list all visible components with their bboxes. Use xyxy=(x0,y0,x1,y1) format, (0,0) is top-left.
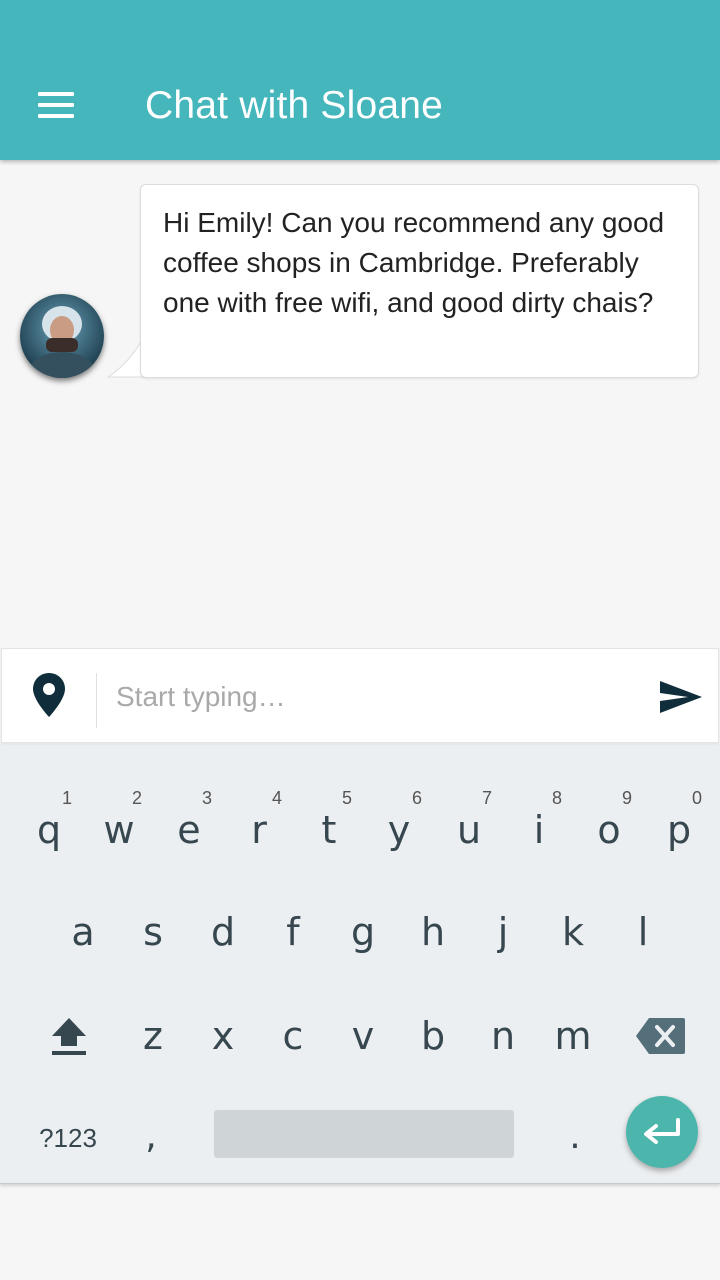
backspace-icon[interactable] xyxy=(626,986,696,1086)
key-p[interactable]: 0p xyxy=(644,744,714,852)
key-b[interactable]: b xyxy=(398,986,468,1086)
page-title: Chat with Sloane xyxy=(145,84,444,127)
message-text: Hi Emily! Can you recommend any good cof… xyxy=(163,207,665,318)
shift-icon[interactable] xyxy=(34,986,104,1086)
app-bar: Chat with Sloane xyxy=(0,0,720,160)
key-z[interactable]: z xyxy=(118,986,188,1086)
soft-keyboard: 1q 2w 3e 4r 5t 6y 7u 8i 9o 0p a s d f g … xyxy=(0,744,720,1184)
key-s[interactable]: s xyxy=(118,882,188,982)
key-a[interactable]: a xyxy=(48,882,118,982)
key-o[interactable]: 9o xyxy=(574,744,644,852)
key-t[interactable]: 5t xyxy=(294,744,364,852)
message-composer xyxy=(1,648,719,743)
key-e[interactable]: 3e xyxy=(154,744,224,852)
key-u[interactable]: 7u xyxy=(434,744,504,852)
key-i[interactable]: 8i xyxy=(504,744,574,852)
key-j[interactable]: j xyxy=(468,882,538,982)
key-q[interactable]: 1q xyxy=(14,744,84,852)
key-comma[interactable]: , xyxy=(116,1090,186,1182)
space-bar[interactable] xyxy=(214,1110,514,1158)
key-v[interactable]: v xyxy=(328,986,398,1086)
key-f[interactable]: f xyxy=(258,882,328,982)
key-w[interactable]: 2w xyxy=(84,744,154,852)
avatar[interactable] xyxy=(20,294,104,378)
symbols-key[interactable]: ?123 xyxy=(28,1114,108,1162)
key-k[interactable]: k xyxy=(538,882,608,982)
send-icon[interactable] xyxy=(654,671,706,723)
key-l[interactable]: l xyxy=(608,882,678,982)
key-r[interactable]: 4r xyxy=(224,744,294,852)
key-h[interactable]: h xyxy=(398,882,468,982)
message-bubble: Hi Emily! Can you recommend any good cof… xyxy=(140,184,699,378)
message-input[interactable] xyxy=(116,669,626,724)
location-pin-icon[interactable] xyxy=(20,667,78,725)
key-y[interactable]: 6y xyxy=(364,744,434,852)
key-d[interactable]: d xyxy=(188,882,258,982)
key-g[interactable]: g xyxy=(328,882,398,982)
key-m[interactable]: m xyxy=(538,986,608,1086)
enter-icon[interactable] xyxy=(626,1096,698,1168)
key-period[interactable]: . xyxy=(540,1090,610,1182)
key-n[interactable]: n xyxy=(468,986,538,1086)
divider xyxy=(96,673,97,728)
menu-icon[interactable] xyxy=(20,70,92,142)
key-c[interactable]: c xyxy=(258,986,328,1086)
key-x[interactable]: x xyxy=(188,986,258,1086)
